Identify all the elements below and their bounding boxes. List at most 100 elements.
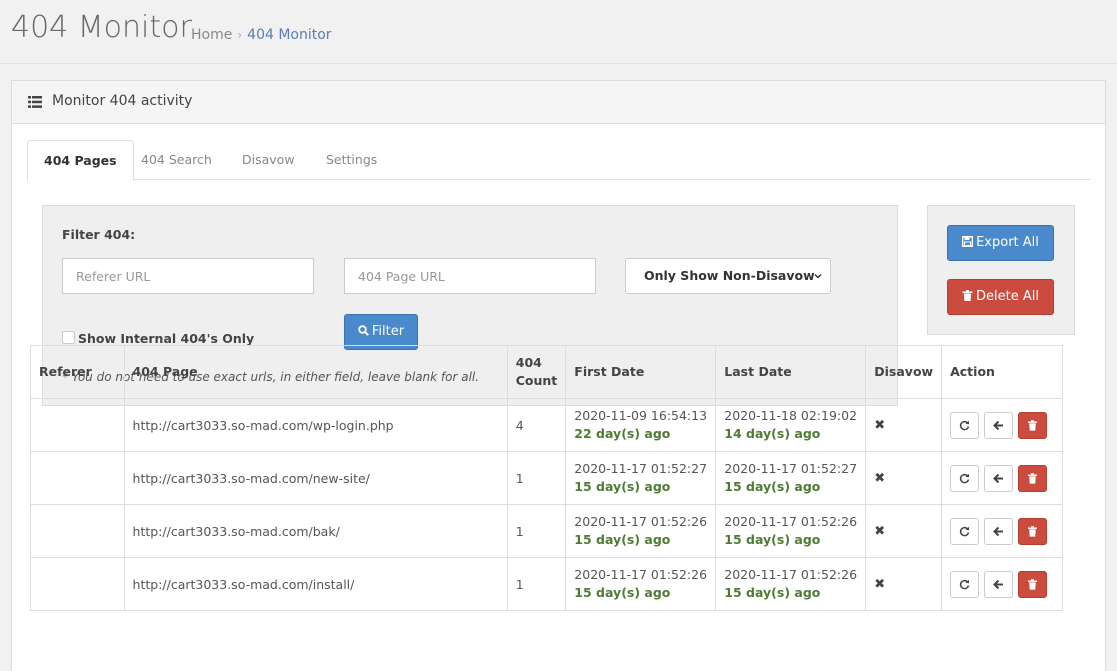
- redirect-button[interactable]: [984, 411, 1014, 439]
- export-all-button[interactable]: Export All: [947, 225, 1054, 261]
- redirect-button[interactable]: [984, 464, 1014, 492]
- count-header-line2: Count: [515, 373, 558, 388]
- table-row: http://cart3033.so-mad.com/new-site/1 202…: [30, 451, 1063, 505]
- tab-settings[interactable]: Settings: [310, 140, 393, 180]
- count-cell: 1: [506, 504, 567, 558]
- disavow-filter-select[interactable]: Only Show Non-Disavow: [625, 258, 831, 294]
- page-url-cell: http://cart3033.so-mad.com/install/: [123, 557, 508, 611]
- filter-label: Filter 404:: [62, 227, 136, 242]
- panel-title: Monitor 404 activity: [52, 93, 193, 109]
- action-cell: [941, 398, 1063, 452]
- refresh-button[interactable]: [950, 517, 980, 545]
- disavow-filter-select-value: Only Show Non-Disavow: [644, 268, 815, 283]
- first-date-cell: 2020-11-17 01:52:27 15 day(s) ago: [565, 451, 717, 505]
- referer-url-input[interactable]: [62, 258, 314, 294]
- first-date: 2020-11-17 01:52:27: [574, 461, 708, 476]
- table-row: http://cart3033.so-mad.com/wp-login.php 4…: [30, 398, 1063, 452]
- refresh-button[interactable]: [950, 411, 980, 439]
- close-icon: ✖: [874, 471, 886, 486]
- last-date-ago: 15 day(s) ago: [724, 532, 821, 547]
- breadcrumb-home-link[interactable]: Home: [191, 27, 232, 43]
- count-cell: 4: [506, 398, 567, 452]
- last-date-ago: 15 day(s) ago: [724, 585, 821, 600]
- internal-only-label: Show Internal 404's Only: [78, 331, 255, 346]
- column-header-last-date: Last Date: [715, 345, 867, 399]
- column-header-action: Action: [941, 345, 1063, 399]
- last-date-cell: 2020-11-17 01:52:26 15 day(s) ago: [715, 557, 867, 611]
- column-header-disavow: Disavow: [865, 345, 943, 399]
- first-date-ago: 15 day(s) ago: [574, 532, 671, 547]
- close-icon: ✖: [874, 418, 886, 433]
- close-icon: ✖: [874, 524, 886, 539]
- action-cell: [941, 451, 1063, 505]
- action-cell: [941, 504, 1063, 558]
- close-icon: ✖: [874, 577, 886, 592]
- bulk-actions-box: Export All Delete All: [927, 205, 1075, 335]
- delete-row-button[interactable]: [1018, 517, 1048, 545]
- last-date-ago: 15 day(s) ago: [724, 479, 821, 494]
- delete-row-button[interactable]: [1018, 464, 1048, 492]
- first-date-ago: 15 day(s) ago: [574, 479, 671, 494]
- page-url-cell: http://cart3033.so-mad.com/new-site/: [123, 451, 508, 505]
- panel-heading: Monitor 404 activity: [12, 81, 1105, 124]
- delete-row-button[interactable]: [1018, 570, 1048, 598]
- last-date-cell: 2020-11-17 01:52:26 15 day(s) ago: [715, 504, 867, 558]
- count-cell: 1: [506, 451, 567, 505]
- redirect-button[interactable]: [984, 570, 1014, 598]
- table-row: http://cart3033.so-mad.com/install/1 2020…: [30, 557, 1063, 611]
- refresh-button[interactable]: [950, 570, 980, 598]
- disavow-cell: ✖: [865, 451, 943, 505]
- last-date-cell: 2020-11-17 01:52:27 15 day(s) ago: [715, 451, 867, 505]
- tab-disavow[interactable]: Disavow: [226, 140, 311, 180]
- last-date: 2020-11-17 01:52:26: [724, 567, 858, 582]
- action-cell: [941, 557, 1063, 611]
- last-date: 2020-11-18 02:19:02: [724, 408, 858, 423]
- first-date-ago: 22 day(s) ago: [574, 426, 671, 441]
- last-date-ago: 14 day(s) ago: [724, 426, 821, 441]
- first-date: 2020-11-09 16:54:13: [574, 408, 708, 423]
- page-url-cell: http://cart3033.so-mad.com/wp-login.php: [123, 398, 508, 452]
- count-cell: 1: [506, 557, 567, 611]
- tab-404-pages[interactable]: 404 Pages: [27, 140, 134, 181]
- internal-only-checkbox[interactable]: [62, 331, 75, 344]
- count-header-line1: 404: [515, 355, 542, 370]
- refresh-button[interactable]: [950, 464, 980, 492]
- export-all-label: Export All: [976, 235, 1039, 250]
- page-title: 404 Monitor: [11, 10, 192, 45]
- 404-table: Referer 404 Page 404 Count First Date Las…: [30, 345, 1063, 611]
- referer-cell: [30, 504, 125, 558]
- list-icon: [28, 96, 42, 108]
- referer-cell: [30, 451, 125, 505]
- delete-row-button[interactable]: [1018, 411, 1048, 439]
- first-date-cell: 2020-11-09 16:54:13 22 day(s) ago: [565, 398, 717, 452]
- breadcrumb-separator: ›: [237, 28, 243, 42]
- column-header-referer: Referer: [30, 345, 125, 399]
- delete-all-button[interactable]: Delete All: [947, 279, 1054, 315]
- search-icon: [358, 325, 369, 336]
- last-date-cell: 2020-11-18 02:19:02 14 day(s) ago: [715, 398, 867, 452]
- redirect-button[interactable]: [984, 517, 1014, 545]
- disavow-cell: ✖: [865, 504, 943, 558]
- save-icon: [962, 236, 974, 247]
- first-date-ago: 15 day(s) ago: [574, 585, 671, 600]
- page-url-input[interactable]: [344, 258, 596, 294]
- referer-cell: [30, 557, 125, 611]
- column-header-page: 404 Page: [123, 345, 508, 399]
- last-date: 2020-11-17 01:52:26: [724, 514, 858, 529]
- breadcrumb-current-link[interactable]: 404 Monitor: [247, 27, 331, 43]
- tab-bar: 404 Pages 404 Search Disavow Settings: [27, 140, 1090, 181]
- table-row: http://cart3033.so-mad.com/bak/1 2020-11-…: [30, 504, 1063, 558]
- page-url-cell: http://cart3033.so-mad.com/bak/: [123, 504, 508, 558]
- page-header: 404 Monitor Home › 404 Monitor: [0, 0, 1117, 64]
- disavow-cell: ✖: [865, 398, 943, 452]
- last-date: 2020-11-17 01:52:27: [724, 461, 858, 476]
- tab-404-search[interactable]: 404 Search: [125, 140, 228, 180]
- first-date: 2020-11-17 01:52:26: [574, 567, 708, 582]
- trash-icon: [962, 290, 973, 301]
- first-date-cell: 2020-11-17 01:52:26 15 day(s) ago: [565, 557, 717, 611]
- referer-cell: [30, 398, 125, 452]
- table-header-row: Referer 404 Page 404 Count First Date Las…: [30, 345, 1063, 399]
- delete-all-label: Delete All: [976, 289, 1039, 304]
- disavow-cell: ✖: [865, 557, 943, 611]
- column-header-count: 404 Count: [506, 345, 567, 399]
